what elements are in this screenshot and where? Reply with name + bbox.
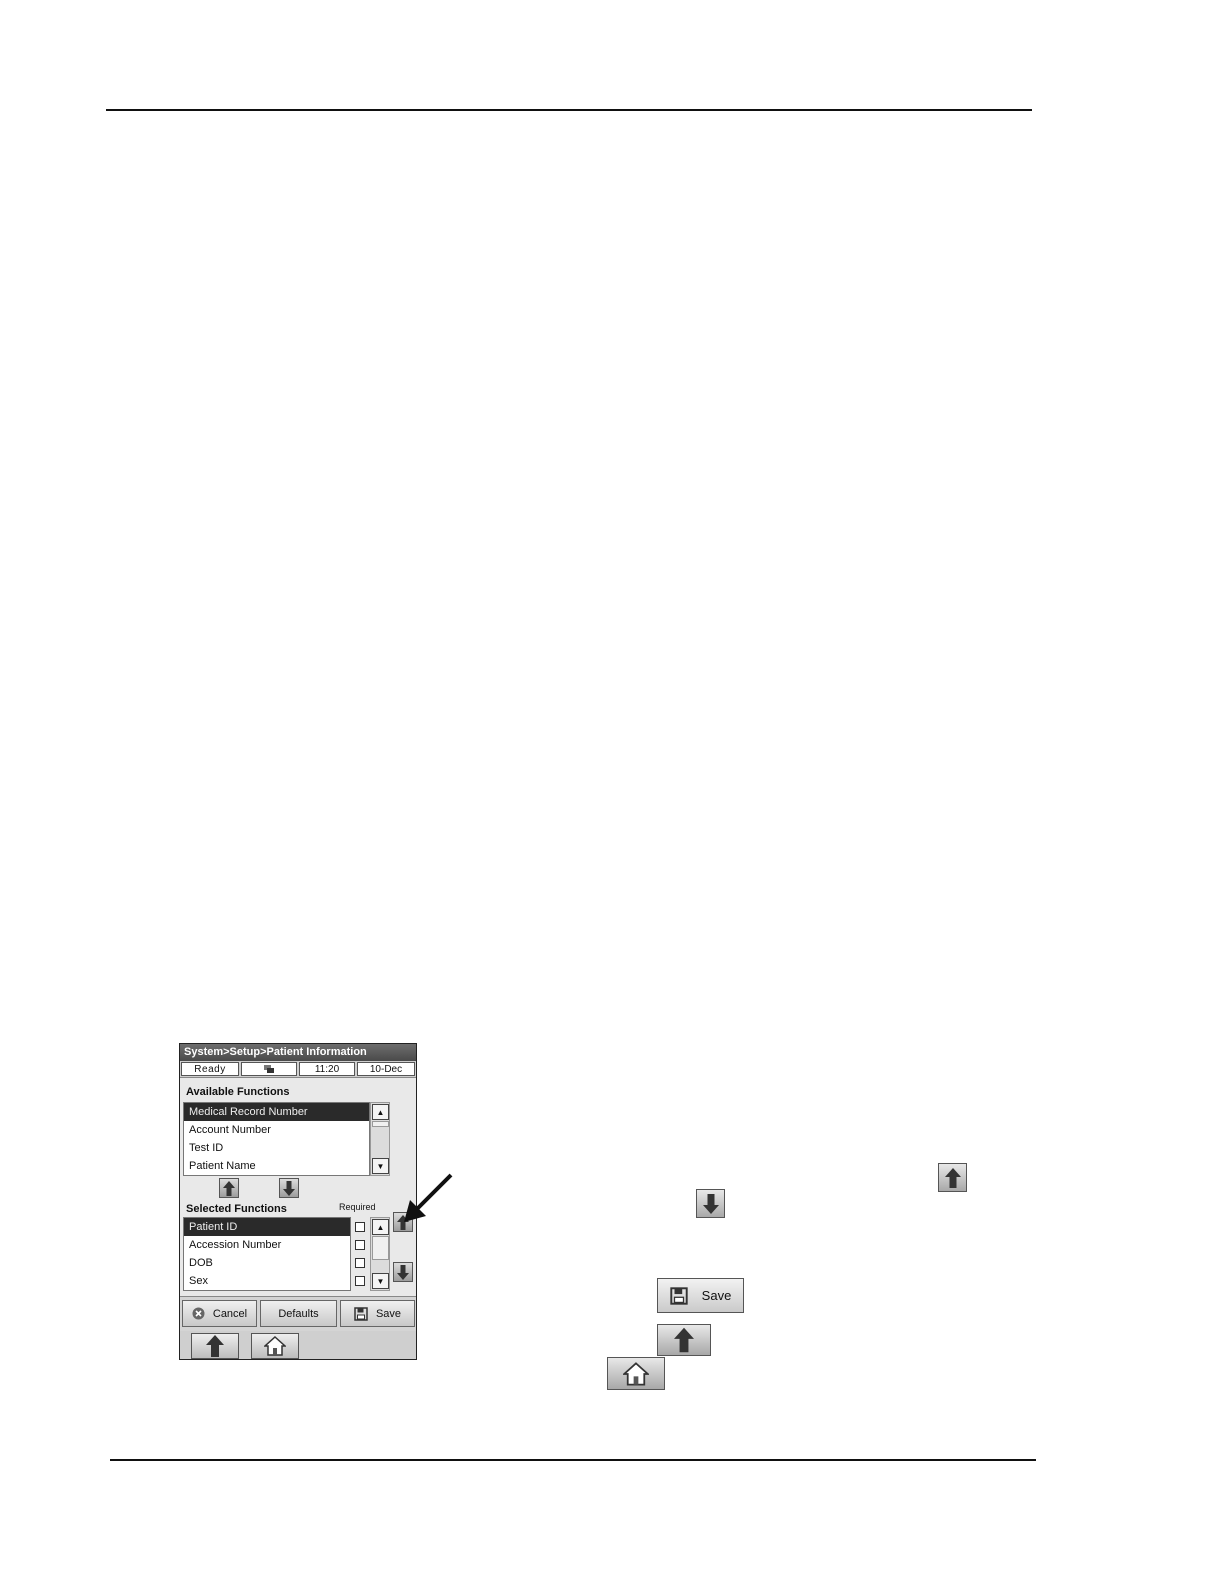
- floppy-disk-icon: [669, 1286, 688, 1305]
- move-down-button[interactable]: [279, 1178, 299, 1198]
- back-button[interactable]: [191, 1333, 239, 1359]
- inline-back-button: [657, 1324, 711, 1356]
- inline-up-arrow-button: [938, 1163, 967, 1192]
- required-checkbox[interactable]: [355, 1222, 365, 1232]
- cancel-button[interactable]: Cancel: [182, 1300, 257, 1327]
- status-bar: Ready 11:20 10-Dec: [180, 1061, 416, 1078]
- inline-save-label: Save: [701, 1288, 732, 1303]
- list-item[interactable]: Patient ID: [184, 1218, 350, 1236]
- home-button[interactable]: [251, 1333, 299, 1359]
- selected-scrollbar[interactable]: ▲ ▼: [370, 1217, 390, 1291]
- save-button[interactable]: Save: [340, 1300, 415, 1327]
- network-icon: [241, 1062, 297, 1076]
- save-label: Save: [375, 1307, 402, 1320]
- inline-down-arrow-button: [696, 1189, 725, 1218]
- scroll-down-icon[interactable]: ▼: [372, 1273, 389, 1289]
- top-rule: [106, 109, 1032, 111]
- list-item[interactable]: Medical Record Number: [184, 1103, 369, 1121]
- cancel-x-icon: [192, 1307, 205, 1320]
- down-arrow-icon: [283, 1180, 295, 1196]
- list-item[interactable]: Account Number: [184, 1121, 369, 1139]
- floppy-disk-icon: [354, 1306, 368, 1321]
- scroll-down-icon[interactable]: ▼: [372, 1158, 389, 1174]
- scroll-thumb[interactable]: [372, 1236, 389, 1260]
- bottom-rule: [110, 1459, 1036, 1461]
- scroll-thumb[interactable]: [372, 1121, 389, 1127]
- patient-information-screen: System>Setup>Patient Information Ready 1…: [179, 1043, 417, 1360]
- list-item[interactable]: DOB: [184, 1254, 350, 1272]
- required-checkbox[interactable]: [355, 1240, 365, 1250]
- command-bar: Cancel Defaults Save: [180, 1296, 416, 1331]
- reorder-down-button[interactable]: [393, 1262, 413, 1282]
- defaults-button[interactable]: Defaults: [260, 1300, 337, 1327]
- list-item[interactable]: Sex: [184, 1272, 350, 1290]
- up-arrow-icon: [206, 1335, 224, 1357]
- move-up-button[interactable]: [219, 1178, 239, 1198]
- status-time: 11:20: [299, 1062, 355, 1076]
- inline-home-button: [607, 1357, 665, 1390]
- inline-save-button: Save: [657, 1278, 744, 1313]
- home-icon: [623, 1361, 649, 1386]
- up-arrow-icon: [944, 1167, 961, 1188]
- scroll-up-icon[interactable]: ▲: [372, 1219, 389, 1235]
- available-scrollbar[interactable]: ▲ ▼: [370, 1102, 390, 1176]
- up-arrow-icon: [674, 1327, 694, 1353]
- selected-functions-label: Selected Functions: [186, 1203, 287, 1215]
- home-icon: [264, 1336, 286, 1356]
- available-functions-list[interactable]: Medical Record Number Account Number Tes…: [183, 1102, 370, 1176]
- status-ready: Ready: [181, 1062, 239, 1076]
- screen-title: System>Setup>Patient Information: [180, 1044, 416, 1061]
- status-date: 10-Dec: [357, 1062, 415, 1076]
- down-arrow-icon: [702, 1193, 719, 1214]
- required-checkbox[interactable]: [355, 1258, 365, 1268]
- pointer-arrow-icon: [404, 1173, 453, 1222]
- list-item[interactable]: Patient Name: [184, 1157, 369, 1175]
- cancel-label: Cancel: [212, 1307, 248, 1320]
- defaults-label: Defaults: [278, 1307, 319, 1320]
- scroll-up-icon[interactable]: ▲: [372, 1104, 389, 1120]
- up-arrow-icon: [223, 1180, 235, 1196]
- list-item[interactable]: Test ID: [184, 1139, 369, 1157]
- selected-functions-list[interactable]: Patient ID Accession Number DOB Sex: [183, 1217, 351, 1291]
- list-item[interactable]: Accession Number: [184, 1236, 350, 1254]
- available-functions-label: Available Functions: [186, 1086, 290, 1098]
- required-checkbox[interactable]: [355, 1276, 365, 1286]
- navigation-bar: [180, 1331, 416, 1359]
- required-column-label: Required: [339, 1202, 376, 1212]
- down-arrow-icon: [397, 1264, 409, 1280]
